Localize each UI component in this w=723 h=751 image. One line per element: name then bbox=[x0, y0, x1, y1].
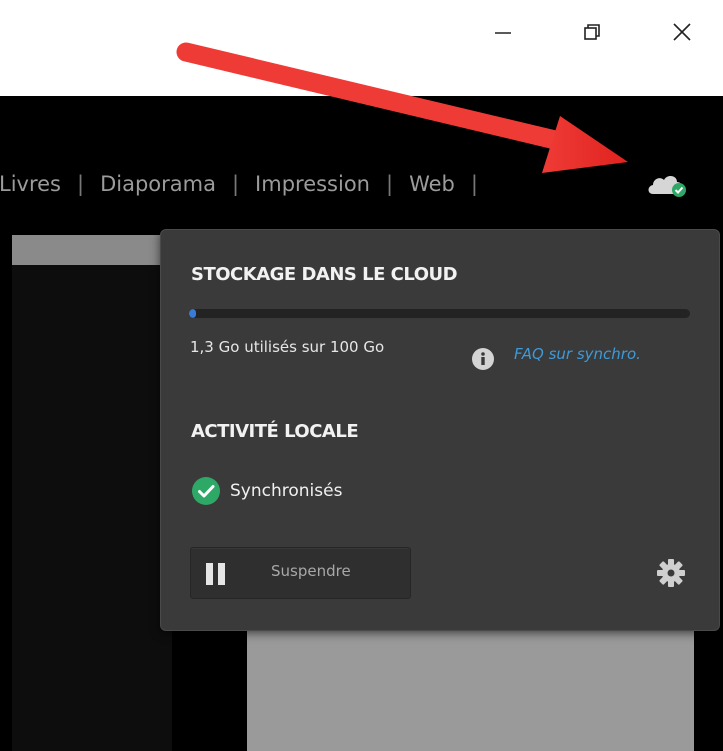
restore-button[interactable] bbox=[570, 12, 614, 52]
window-title-bar bbox=[0, 0, 723, 96]
sync-faq-link[interactable]: FAQ sur synchro. bbox=[514, 345, 641, 363]
cloud-storage-popup: STOCKAGE DANS LE CLOUD 1,3 Go utilisés s… bbox=[160, 229, 720, 631]
left-panel bbox=[12, 265, 172, 751]
module-picker: Livres | Diaporama | Impression | Web | bbox=[0, 156, 494, 212]
sync-status: Synchronisés bbox=[191, 475, 342, 507]
filmstrip-header bbox=[12, 235, 182, 265]
module-separator: | bbox=[77, 172, 85, 196]
module-slideshow[interactable]: Diaporama bbox=[100, 172, 216, 196]
module-separator: | bbox=[231, 172, 240, 196]
storage-progress-fill bbox=[189, 309, 196, 318]
storage-usage-text: 1,3 Go utilisés sur 100 Go bbox=[190, 338, 385, 356]
cloud-sync-status-icon bbox=[648, 176, 686, 197]
sync-status-label: Synchronisés bbox=[230, 481, 343, 501]
info-icon[interactable] bbox=[471, 347, 495, 371]
cloud-sync-button[interactable] bbox=[645, 168, 697, 202]
minimize-icon bbox=[495, 32, 511, 34]
module-print[interactable]: Impression bbox=[255, 172, 370, 196]
module-separator: | bbox=[470, 172, 478, 196]
check-circle-icon bbox=[192, 477, 220, 505]
close-button[interactable] bbox=[660, 12, 704, 52]
gear-icon[interactable] bbox=[654, 556, 688, 590]
restore-icon bbox=[584, 24, 600, 40]
minimize-button[interactable] bbox=[481, 12, 525, 52]
close-icon bbox=[673, 23, 691, 41]
local-activity-title: ACTIVITÉ LOCALE bbox=[191, 421, 359, 442]
storage-progress-bar bbox=[189, 309, 690, 318]
module-separator: | bbox=[386, 172, 394, 196]
preview-panel bbox=[247, 626, 694, 751]
module-books[interactable]: Livres bbox=[0, 172, 61, 196]
pause-icon bbox=[206, 563, 225, 585]
storage-section-title: STOCKAGE DANS LE CLOUD bbox=[191, 264, 458, 285]
module-web[interactable]: Web bbox=[409, 172, 455, 196]
suspend-sync-button[interactable]: Suspendre bbox=[190, 547, 411, 599]
suspend-button-label: Suspendre bbox=[271, 562, 351, 580]
